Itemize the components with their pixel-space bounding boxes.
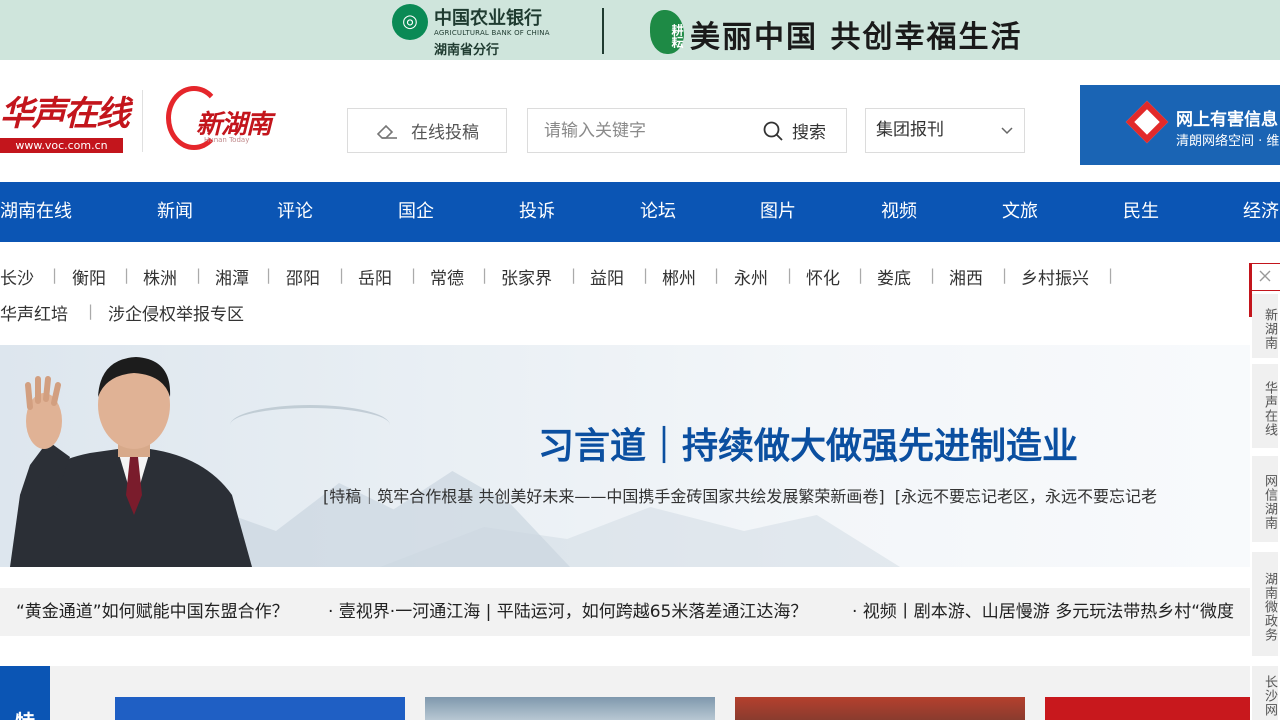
city-link[interactable]: 怀化 xyxy=(806,264,840,289)
feature-thumbnail[interactable] xyxy=(735,697,1025,720)
nav-item-livelihood[interactable]: 民生 xyxy=(1123,182,1159,242)
city-link[interactable]: 湘潭 xyxy=(215,264,249,289)
sidebar-item-new-hunan[interactable]: 新湖南 xyxy=(1252,294,1278,358)
hero-banner: 习言道｜持续做大做强先进制造业 [特稿｜筑牢合作根基 共创美好未来——中国携手金… xyxy=(0,345,1250,567)
separator: | xyxy=(196,266,202,284)
report-diamond-icon xyxy=(1125,100,1169,144)
leader-portrait-image[interactable] xyxy=(0,345,260,567)
search-button[interactable]: 搜索 xyxy=(762,109,826,152)
search-icon xyxy=(763,121,783,141)
top-ad-banner[interactable]: ◎ 中国农业银行 AGRICULTURAL BANK OF CHINA 湖南省分… xyxy=(0,0,1280,60)
voc-url: www.voc.com.cn xyxy=(0,138,123,153)
chevron-down-icon xyxy=(1001,127,1013,135)
feature-section: 特 xyxy=(0,666,1250,720)
ticker-item[interactable]: · 壹视界·一河通江海 | 平陆运河，如何跨越65米落差通江达海？ xyxy=(328,588,807,636)
close-button[interactable] xyxy=(1249,263,1280,291)
city-link[interactable]: 乡村振兴 xyxy=(1021,264,1089,289)
city-link[interactable]: 益阳 xyxy=(590,264,624,289)
nav-item-forum[interactable]: 论坛 xyxy=(640,182,676,242)
hero-headline[interactable]: 习言道｜持续做大做强先进制造业 xyxy=(538,417,1078,469)
hunan-logo-en: Hunan Today xyxy=(204,136,250,144)
city-link[interactable]: 岳阳 xyxy=(358,264,392,289)
bank-name-en: AGRICULTURAL BANK OF CHINA xyxy=(434,29,550,37)
city-link[interactable]: 娄底 xyxy=(877,264,911,289)
ticker-item[interactable]: “黄金通道”如何赋能中国东盟合作？ xyxy=(16,588,289,636)
select-value: 集团报刊 xyxy=(876,120,944,140)
hero-link-old-revolutionary-area[interactable]: [永远不要忘记老区，永远不要忘记老 xyxy=(895,487,1157,506)
ticker-item[interactable]: · 视频丨剧本游、山居慢游 多元玩法带热乡村“微度 xyxy=(852,588,1234,636)
search-input[interactable] xyxy=(528,109,756,152)
separator: | xyxy=(930,266,936,284)
separator: | xyxy=(1002,266,1008,284)
separator: | xyxy=(571,266,577,284)
eraser-pen-icon xyxy=(376,124,397,139)
city-link[interactable]: 衡阳 xyxy=(72,264,106,289)
city-link[interactable]: 湘西 xyxy=(949,264,983,289)
banner-divider xyxy=(602,8,604,54)
seal-logo: 耕耘 xyxy=(650,10,684,54)
newspaper-group-select[interactable]: 集团报刊 xyxy=(865,108,1025,153)
main-nav: 湖南在线 新闻 评论 国企 投诉 论坛 图片 视频 文旅 民生 经济 xyxy=(0,182,1280,242)
nav-item-soe[interactable]: 国企 xyxy=(398,182,434,242)
ad-title: 网上有害信息 xyxy=(1176,110,1278,130)
city-link[interactable]: 株洲 xyxy=(143,264,177,289)
nav-item-video[interactable]: 视频 xyxy=(881,182,917,242)
banner-slogan: 美丽中国 共创幸福生活 xyxy=(690,20,1023,55)
sidebar-item-cac-hunan[interactable]: 网信湖南 xyxy=(1252,456,1278,542)
city-link[interactable]: 华声红培 xyxy=(0,300,68,325)
hunan-today-logo[interactable]: 新湖南 Hunan Today xyxy=(164,84,276,156)
ad-subtitle: 清朗网络空间 · 维 xyxy=(1176,134,1280,149)
search-box: 搜索 xyxy=(527,108,847,153)
abc-bank-logo: ◎ xyxy=(392,4,428,40)
sidebar-item-changsha-net[interactable]: 长沙网 xyxy=(1252,666,1278,720)
bank-name: 中国农业银行 xyxy=(434,8,542,29)
harmful-info-report-ad[interactable]: 网上有害信息 清朗网络空间 · 维 xyxy=(1080,85,1280,165)
city-link[interactable]: 涉企侵权举报专区 xyxy=(108,300,244,325)
feature-thumbnail[interactable] xyxy=(1045,697,1250,720)
nav-item-pictures[interactable]: 图片 xyxy=(760,182,796,242)
feature-thumbnail[interactable] xyxy=(425,697,715,720)
voc-logo[interactable]: 华声在线 www.voc.com.cn xyxy=(0,86,130,154)
nav-item-comment[interactable]: 评论 xyxy=(277,182,313,242)
close-icon xyxy=(1259,270,1271,282)
city-link[interactable]: 张家界 xyxy=(501,264,552,289)
search-button-label: 搜索 xyxy=(792,123,826,143)
city-link[interactable]: 常德 xyxy=(430,264,464,289)
nav-item-hunan-online[interactable]: 湖南在线 xyxy=(0,182,72,242)
nav-item-economy[interactable]: 经济 xyxy=(1243,182,1279,242)
separator: | xyxy=(1108,266,1114,284)
logo-separator xyxy=(142,90,143,152)
separator: | xyxy=(482,266,488,284)
city-link[interactable]: 长沙 xyxy=(0,264,34,289)
city-link[interactable]: 郴州 xyxy=(662,264,696,289)
special-topic-tab[interactable]: 特 xyxy=(0,666,50,720)
separator: | xyxy=(714,266,720,284)
separator: | xyxy=(88,302,94,320)
separator: | xyxy=(339,266,345,284)
nav-item-news[interactable]: 新闻 xyxy=(157,182,193,242)
floating-sidebar: 新湖南 华声在线 网信湖南 湖南微政务 长沙网 xyxy=(1249,258,1280,720)
sidebar-item-voc[interactable]: 华声在线 xyxy=(1252,364,1278,448)
separator: | xyxy=(52,266,58,284)
separator: | xyxy=(124,266,130,284)
separator: | xyxy=(858,266,864,284)
online-submit-button[interactable]: 在线投稿 xyxy=(347,108,507,153)
city-link[interactable]: 邵阳 xyxy=(286,264,320,289)
hero-link-special-report[interactable]: [特稿｜筑牢合作根基 共创美好未来——中国携手金砖国家共绘发展繁荣新画卷] xyxy=(323,487,885,506)
bank-branch: 湖南省分行 xyxy=(434,43,500,58)
separator: | xyxy=(643,266,649,284)
nav-item-complaint[interactable]: 投诉 xyxy=(519,182,555,242)
feature-thumbnail[interactable] xyxy=(115,697,405,720)
separator: | xyxy=(787,266,793,284)
separator: | xyxy=(411,266,417,284)
sidebar-item-hunan-gov-weibo[interactable]: 湖南微政务 xyxy=(1252,552,1278,656)
hero-related-links: [特稿｜筑牢合作根基 共创美好未来——中国携手金砖国家共绘发展繁荣新画卷] [永… xyxy=(323,483,1250,507)
city-link[interactable]: 永州 xyxy=(734,264,768,289)
voc-logo-text: 华声在线 xyxy=(0,94,130,134)
online-submit-label: 在线投稿 xyxy=(411,123,479,143)
separator: | xyxy=(266,266,272,284)
nav-item-culture-tourism[interactable]: 文旅 xyxy=(1002,182,1038,242)
news-ticker: “黄金通道”如何赋能中国东盟合作？ · 壹视界·一河通江海 | 平陆运河，如何跨… xyxy=(0,588,1250,636)
